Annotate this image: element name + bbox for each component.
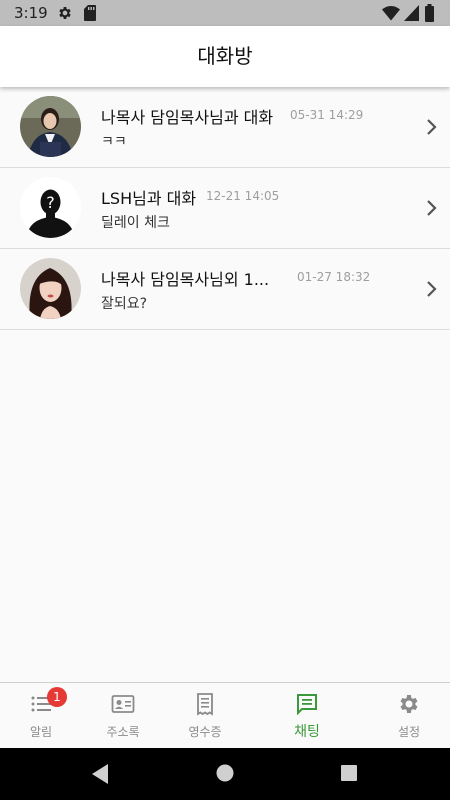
chat-icon [297,694,317,716]
gear-icon [59,7,71,19]
chat-timestamp: 01-27 18:32 [297,270,371,284]
sd-card-icon [84,5,96,21]
nav-tab-contacts[interactable]: 주소록 [78,683,168,749]
svg-text:?: ? [46,193,55,212]
chat-room-title: LSH님과 대화 [101,189,197,208]
page-title: 대화방 [197,44,253,68]
photo-woman-long-hair-avatar [20,258,81,319]
chat-room-title: 나목사 담임목사님외 1... [101,270,270,289]
notification-badge: 1 [47,687,67,707]
nav-label: 채팅 [294,724,320,740]
signal-icon [404,5,419,21]
avatar [20,96,81,157]
chat-last-message: 잘되요? [101,296,148,312]
chat-room-item[interactable]: 나목사 담임목사님외 1... 01-27 18:32 잘되요? [0,249,450,330]
chat-room-item[interactable]: ? LSH님과 대화 12-21 14:05 딜레이 체크 [0,168,450,249]
chat-timestamp: 05-31 14:29 [290,108,364,122]
system-navigation-bar [0,748,450,800]
contact-card-icon [111,695,135,713]
chat-room-list: 나목사 담임목사님과 대화 05-31 14:29 ㅋㅋ ? LSH님과 대화 … [0,87,450,330]
chevron-right-icon [427,200,437,216]
bottom-navigation: 1 알림 주소록 영수증 채팅 설정 [0,682,450,748]
wifi-icon [382,6,400,21]
back-icon[interactable] [90,763,110,785]
nav-label: 알림 [29,725,53,739]
photo-woman-school-uniform-avatar [20,96,81,157]
chat-room-item[interactable]: 나목사 담임목사님과 대화 05-31 14:29 ㅋㅋ [0,87,450,168]
avatar: ? [20,177,81,238]
receipt-icon [197,693,213,716]
home-icon[interactable] [216,764,234,782]
chevron-right-icon [427,119,437,135]
chevron-right-icon [427,281,437,297]
chat-last-message: 딜레이 체크 [101,215,170,231]
avatar [20,258,81,319]
settings-icon [400,695,418,713]
nav-tab-notifications[interactable]: 1 알림 [0,683,86,749]
nav-tab-settings[interactable]: 설정 [364,683,450,749]
status-bar: 3:19 [0,0,450,26]
chat-timestamp: 12-21 14:05 [206,189,280,203]
chat-room-title: 나목사 담임목사님과 대화 [101,108,274,127]
status-time: 3:19 [14,4,48,22]
app-header: 대화방 [0,26,450,87]
nav-tab-receipts[interactable]: 영수증 [160,683,250,749]
battery-icon [425,4,434,22]
nav-label: 영수증 [188,725,222,739]
nav-label: 설정 [397,725,421,739]
recents-icon[interactable] [341,765,357,781]
chat-last-message: ㅋㅋ [101,134,127,150]
nav-label: 주소록 [106,725,140,739]
unknown-user-silhouette-avatar: ? [20,177,81,238]
nav-tab-chat[interactable]: 채팅 [262,683,352,749]
